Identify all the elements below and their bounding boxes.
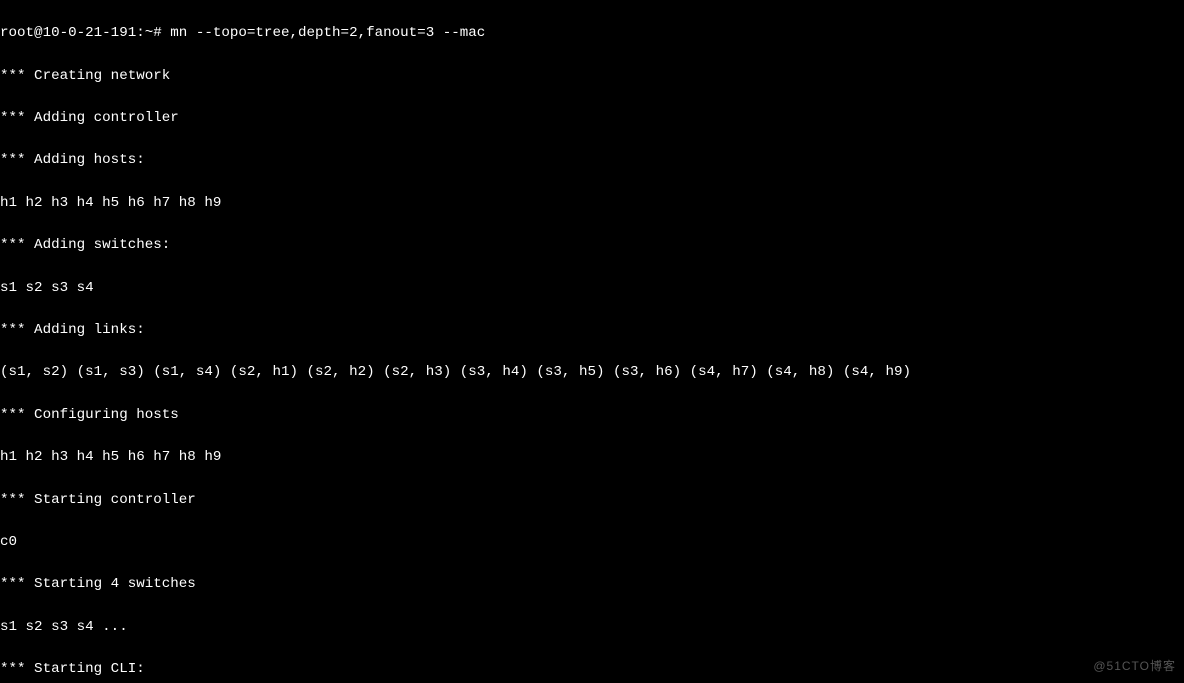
output-line: c0 xyxy=(0,532,1184,553)
output-line: *** Adding controller xyxy=(0,108,1184,129)
shell-line: root@10-0-21-191:~# mn --topo=tree,depth… xyxy=(0,23,1184,44)
output-line: h1 h2 h3 h4 h5 h6 h7 h8 h9 xyxy=(0,193,1184,214)
output-line: *** Adding links: xyxy=(0,320,1184,341)
shell-prompt: root@10-0-21-191:~# xyxy=(0,25,170,41)
output-line: *** Adding hosts: xyxy=(0,150,1184,171)
output-line: h1 h2 h3 h4 h5 h6 h7 h8 h9 xyxy=(0,447,1184,468)
output-line: *** Configuring hosts xyxy=(0,405,1184,426)
output-line: *** Creating network xyxy=(0,66,1184,87)
output-line: *** Starting CLI: xyxy=(0,659,1184,680)
output-line: (s1, s2) (s1, s3) (s1, s4) (s2, h1) (s2,… xyxy=(0,362,1184,383)
output-line: s1 s2 s3 s4 xyxy=(0,278,1184,299)
output-line: *** Starting 4 switches xyxy=(0,574,1184,595)
shell-command: mn --topo=tree,depth=2,fanout=3 --mac xyxy=(170,25,485,41)
terminal[interactable]: root@10-0-21-191:~# mn --topo=tree,depth… xyxy=(0,0,1184,683)
output-line: s1 s2 s3 s4 ... xyxy=(0,617,1184,638)
output-line: *** Starting controller xyxy=(0,490,1184,511)
output-line: *** Adding switches: xyxy=(0,235,1184,256)
watermark: @51CTO博客 xyxy=(1093,656,1176,677)
